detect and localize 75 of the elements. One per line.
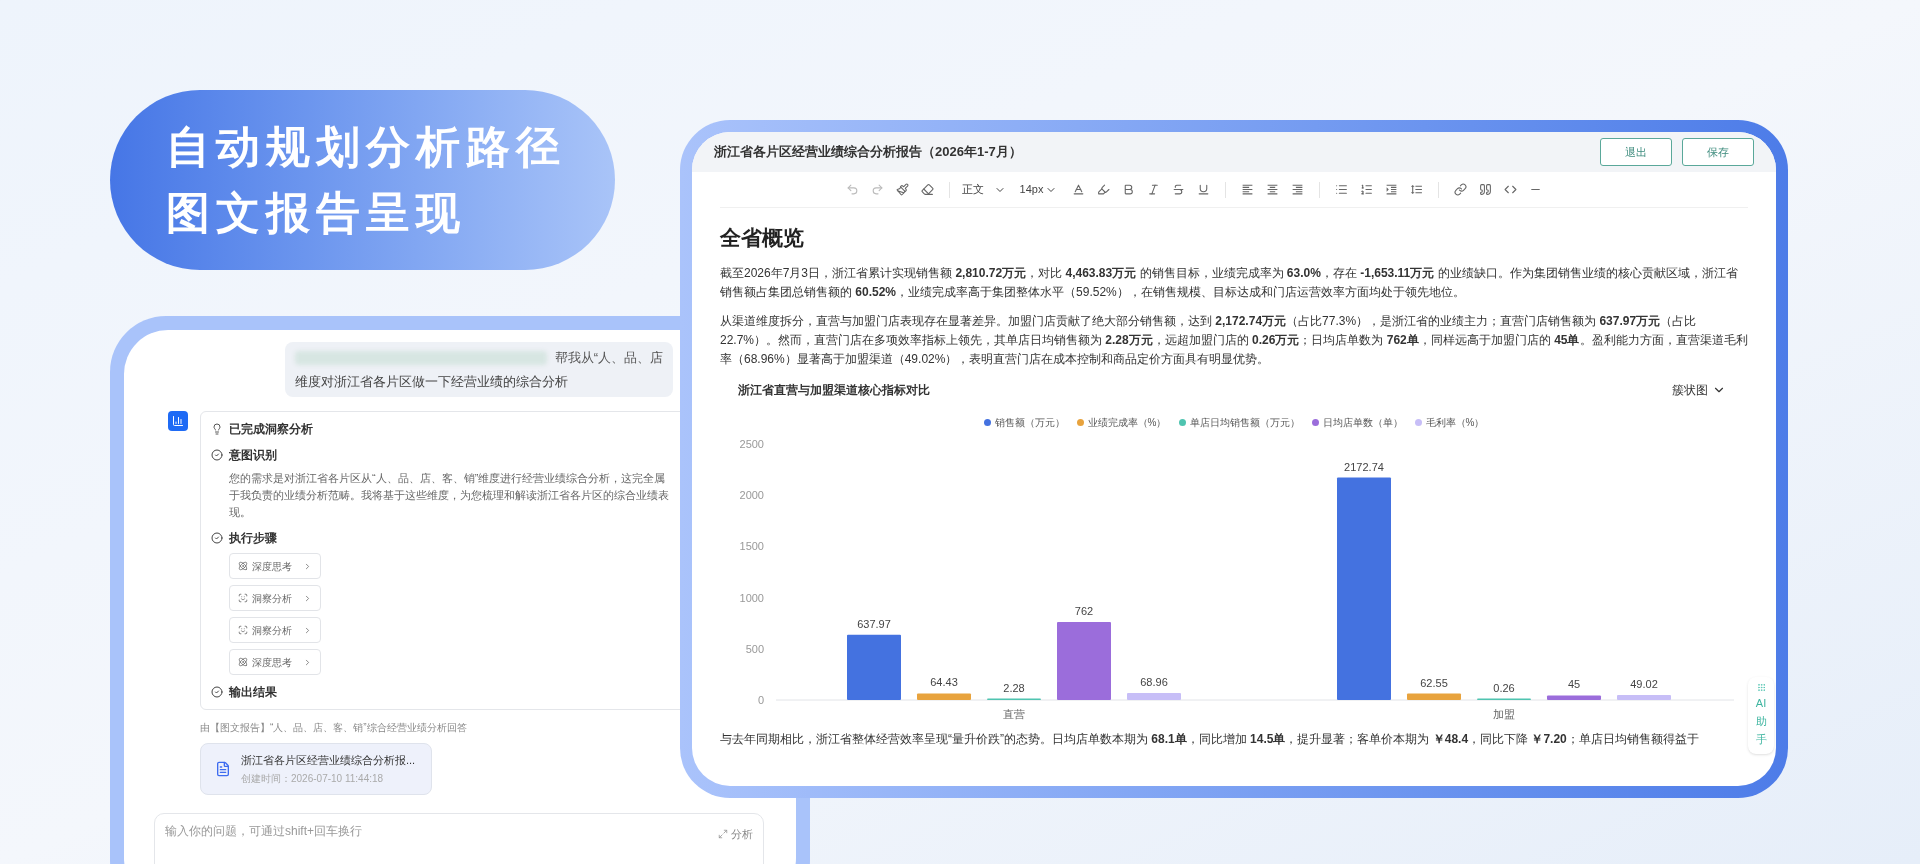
bar [1547,694,1601,700]
legend-label: 毛利率（%） [1425,415,1485,430]
data-label: 762 [1074,604,1094,617]
headline-text: 图文报告呈现 [166,187,467,239]
bar [847,634,901,700]
file-title: 浙江省各片区经营业绩综合分析报... [241,753,416,769]
header-button[interactable]: 保存 [1682,138,1754,166]
chevron-right-icon [303,657,312,667]
step-chip[interactable]: 洞察分析 [229,585,321,611]
x-axis-label: 直营 [1003,707,1025,720]
y-tick-label: 2500 [739,437,764,450]
input-placeholder: 输入你的问题，可通过shift+回车换行 [165,823,362,840]
headline-text: 自动规划分析路径 [166,121,567,173]
step-chip[interactable]: 深度思考 [229,649,321,675]
check-circle-icon [211,449,223,461]
chevron-right-icon [303,625,312,635]
paragraph-style-dropdown[interactable]: 正文 [961,181,1006,198]
scan-icon [238,625,248,635]
atom-icon [238,561,248,571]
data-label: 64.43 [930,675,958,688]
chevron-right-icon [303,593,312,603]
data-label: 0.26 [1493,681,1515,693]
source-note: 由【图文报告】“人、品、店、客、销”综合经营业绩分析回答 [200,721,468,735]
font-size-dropdown[interactable]: 14px [1019,181,1058,198]
question-input-field[interactable]: 输入你的问题，可通过shift+回车换行 分析 [154,813,764,864]
report-paragraph: 与去年同期相比，浙江省整体经营效率呈现“量升价跌”的态势。日均店单数本期为 68.1单，同比增加 14.5单，提升显著；客单价本期为 ￥48.4，同比下降 ￥7.20；单店日均销售额得益于 [720,730,1700,748]
bar [917,692,971,700]
section-title: 执行步骤 [229,530,277,547]
chevron-right-icon [303,561,312,571]
y-tick-label: 0 [757,693,764,706]
y-tick-label: 1000 [739,591,764,604]
mode-label: 分析 [731,827,753,842]
message-text: 维度对浙江省各片区做一下经营业绩的综合分析 [295,372,569,391]
section-title: 意图识别 [229,447,277,464]
report-title: 浙江省各片区经营业绩综合分析报告（2026年1-7月） [714,143,1022,162]
grip-icon [1756,683,1766,692]
data-label: 49.02 [1630,677,1658,690]
data-label: 62.55 [1420,676,1448,689]
chart-title: 浙江省直营与加盟渠道核心指标对比 [738,381,930,399]
assistant-avatar-icon [168,411,188,431]
scan-icon [238,593,248,603]
y-tick-label: 2000 [739,488,764,501]
bar [1407,693,1461,700]
header-button[interactable]: 退出 [1600,138,1672,166]
bar [1127,692,1181,700]
legend-label: 日均店单数（单） [1322,415,1403,430]
chart-type-dropdown[interactable]: 簇状图 [1672,380,1726,399]
y-tick-label: 1500 [739,539,764,552]
check-circle-icon [211,532,223,544]
legend-label: 销售额（万元） [994,415,1065,430]
x-axis-label: 加盟 [1493,707,1515,720]
section-description: 您的需求是对浙江省各片区从“人、品、店、客、销”维度进行经营业绩综合分析，这完全属于我负责的业绩分析范畴。我将基于这些维度，为您梳理和解读浙江省各片区的综合业绩表现。 [229,471,670,520]
report-paragraph: 截至2026年7月3日，浙江省累计实现销售额 2,810.72万元，对比 4,463.83万元 的销售目标，业绩完成率为 63.0%，存在 -1,653.11万元 的业绩缺口。作为集团销售业绩的核心贡献区域，浙江省销售额占集团总销售额的 60.52%，业绩完成率高于集团整体水平（59.52%），在销售规模、目标达成和门店运营效率方面均处于领先地位。 [720,264,1739,301]
section-heading: 全省概览 [720,225,805,251]
y-tick-label: 500 [745,642,764,655]
file-created-time: 创建时间：2026-07-10 11:44:18 [241,771,385,786]
check-circle-icon [211,686,223,698]
data-label: 68.96 [1140,675,1168,688]
section-title: 输出结果 [229,684,277,701]
report-paragraph: 从渠道维度拆分，直营与加盟门店表现存在显著差异。加盟门店贡献了绝大部分销售额，达到 2,172.74万元（占比77.3%），是浙江省的业绩主力；直营门店销售额为 637.97万元（占比22.7%）。然而，直营门店在多项效率指标上领先，其单店日均销售额为 2.28万元，远超加盟门店的 0.26万元；日均店单数为 762单，同样远高于加盟门店的 45单。盈利能力方面，直营渠道毛利率（68.96%）显著高于加盟渠道（49.02%），表明直营门店在成本控制和商品定价方面具有明显优势。 [720,312,1748,368]
document-icon [215,761,231,777]
data-label: 2172.74 [1344,460,1384,472]
data-label: 45 [1567,677,1581,690]
legend-label: 业绩完成率（%） [1087,415,1167,430]
atom-icon [238,657,248,667]
data-label: 2.28 [1003,681,1025,693]
step-chip[interactable]: 洞察分析 [229,617,321,643]
report-file-card[interactable]: 浙江省各片区经营业绩综合分析报... 创建时间：2026-07-10 11:44:18 [200,743,432,795]
message-text: 帮我从“人、品、店 [554,349,663,367]
bar [1617,694,1671,700]
lightbulb-icon [211,423,223,435]
data-label: 637.97 [857,617,891,630]
legend-label: 单店日均销售额（万元） [1189,415,1300,430]
insight-status: 已完成洞察分析 [229,421,313,438]
step-chip[interactable]: 深度思考 [229,553,321,579]
